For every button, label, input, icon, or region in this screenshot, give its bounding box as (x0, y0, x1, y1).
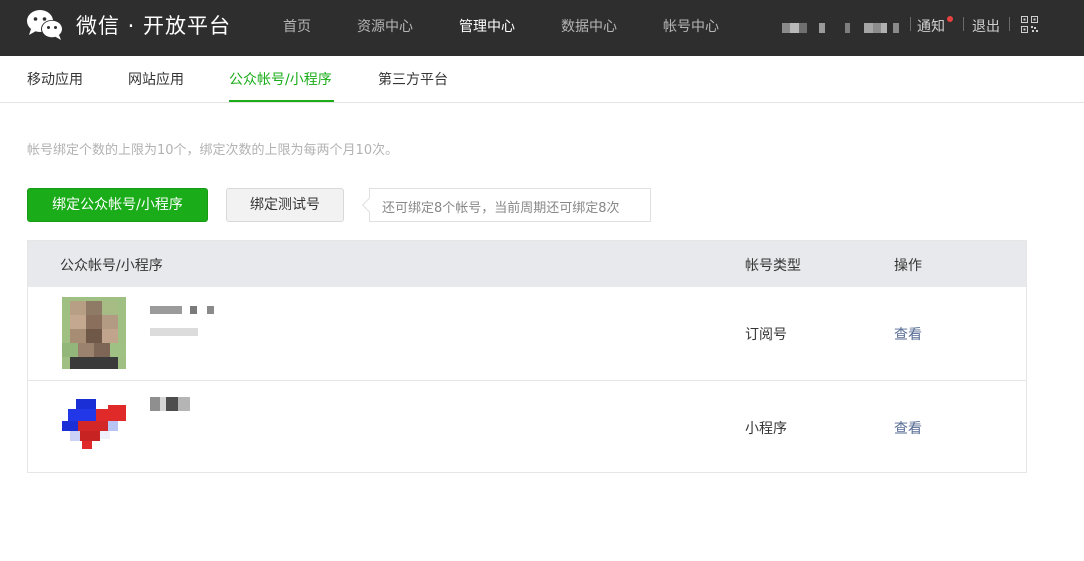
binding-quota-tip: 还可绑定8个帐号，当前周期还可绑定8次 (361, 188, 651, 222)
account-id-redacted (150, 328, 198, 336)
view-link[interactable]: 查看 (894, 418, 922, 438)
table-header: 公众帐号/小程序 帐号类型 操作 (28, 241, 1026, 287)
account-avatar[interactable] (62, 297, 126, 369)
column-header-type: 帐号类型 (745, 258, 801, 274)
nav-item-account[interactable]: 帐号中心 (663, 16, 719, 36)
account-type: 小程序 (745, 421, 787, 437)
nav-item-management[interactable]: 管理中心 (459, 16, 515, 36)
tab-third-party[interactable]: 第三方平台 (378, 69, 448, 89)
user-name-redacted[interactable] (782, 23, 899, 33)
divider (1009, 17, 1010, 31)
tip-arrow (361, 197, 377, 213)
divider (910, 17, 911, 31)
sub-tabs: 移动应用 网站应用 公众帐号/小程序 第三方平台 (0, 56, 1084, 103)
tab-official-account[interactable]: 公众帐号/小程序 (229, 69, 332, 89)
nav-item-resources[interactable]: 资源中心 (357, 16, 413, 36)
mini-program-name-redacted (150, 397, 190, 411)
notify-dot (947, 16, 953, 22)
nav-item-home[interactable]: 首页 (283, 16, 311, 36)
divider (963, 17, 964, 31)
column-header-action: 操作 (894, 258, 922, 274)
table-row: 小程序 查看 (28, 380, 1026, 473)
bind-test-account-button[interactable]: 绑定测试号 (226, 188, 344, 222)
account-type: 订阅号 (745, 327, 787, 343)
brand[interactable]: 微信 · 开放平台 (26, 9, 231, 41)
wechat-logo-icon (27, 10, 63, 40)
qrcode-icon[interactable] (1021, 16, 1038, 33)
account-table: 公众帐号/小程序 帐号类型 操作 订阅号 查看 小程序 查看 (27, 240, 1027, 473)
tip-text: 还可绑定8个帐号，当前周期还可绑定8次 (382, 201, 620, 216)
tab-mobile-app[interactable]: 移动应用 (27, 69, 83, 89)
binding-limit-notice: 帐号绑定个数的上限为10个，绑定次数的上限为每两个月10次。 (27, 143, 399, 158)
logout-link[interactable]: 退出 (972, 16, 1000, 36)
column-header-account: 公众帐号/小程序 (60, 258, 163, 274)
mini-program-avatar[interactable] (62, 395, 126, 457)
tab-website-app[interactable]: 网站应用 (128, 69, 184, 89)
active-tab-indicator (229, 100, 334, 102)
bind-account-button[interactable]: 绑定公众帐号/小程序 (27, 188, 208, 222)
table-row: 订阅号 查看 (28, 287, 1026, 380)
nav-item-data[interactable]: 数据中心 (561, 16, 617, 36)
brand-title: 微信 · 开放平台 (76, 14, 232, 38)
notify-link[interactable]: 通知 (917, 16, 945, 36)
account-name-redacted (150, 306, 214, 314)
view-link[interactable]: 查看 (894, 324, 922, 344)
top-navigation-bar: 微信 · 开放平台 首页 资源中心 管理中心 数据中心 帐号中心 通知 退出 (0, 0, 1084, 56)
